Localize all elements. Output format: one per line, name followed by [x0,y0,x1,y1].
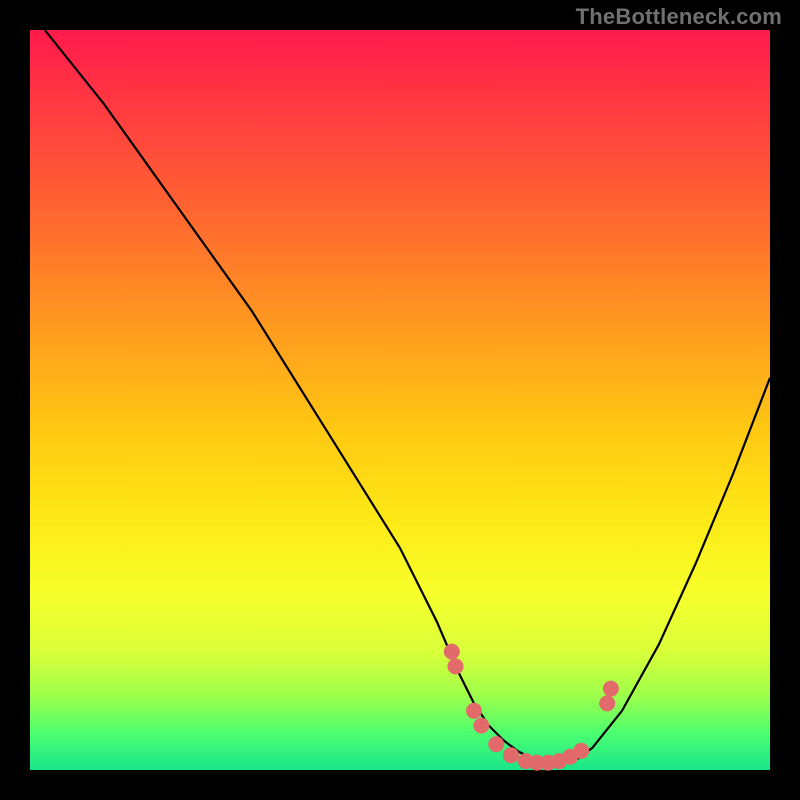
watermark-text: TheBottleneck.com [576,4,782,30]
curve-marker [444,644,460,660]
curve-markers [444,644,619,771]
curve-marker [503,747,519,763]
curve-marker [448,658,464,674]
chart-frame: TheBottleneck.com [0,0,800,800]
bottleneck-curve [45,30,770,763]
curve-marker [599,695,615,711]
chart-svg [30,30,770,770]
curve-marker [466,703,482,719]
plot-area [30,30,770,770]
curve-marker [573,743,589,759]
curve-marker [603,681,619,697]
curve-marker [473,718,489,734]
curve-marker [488,736,504,752]
